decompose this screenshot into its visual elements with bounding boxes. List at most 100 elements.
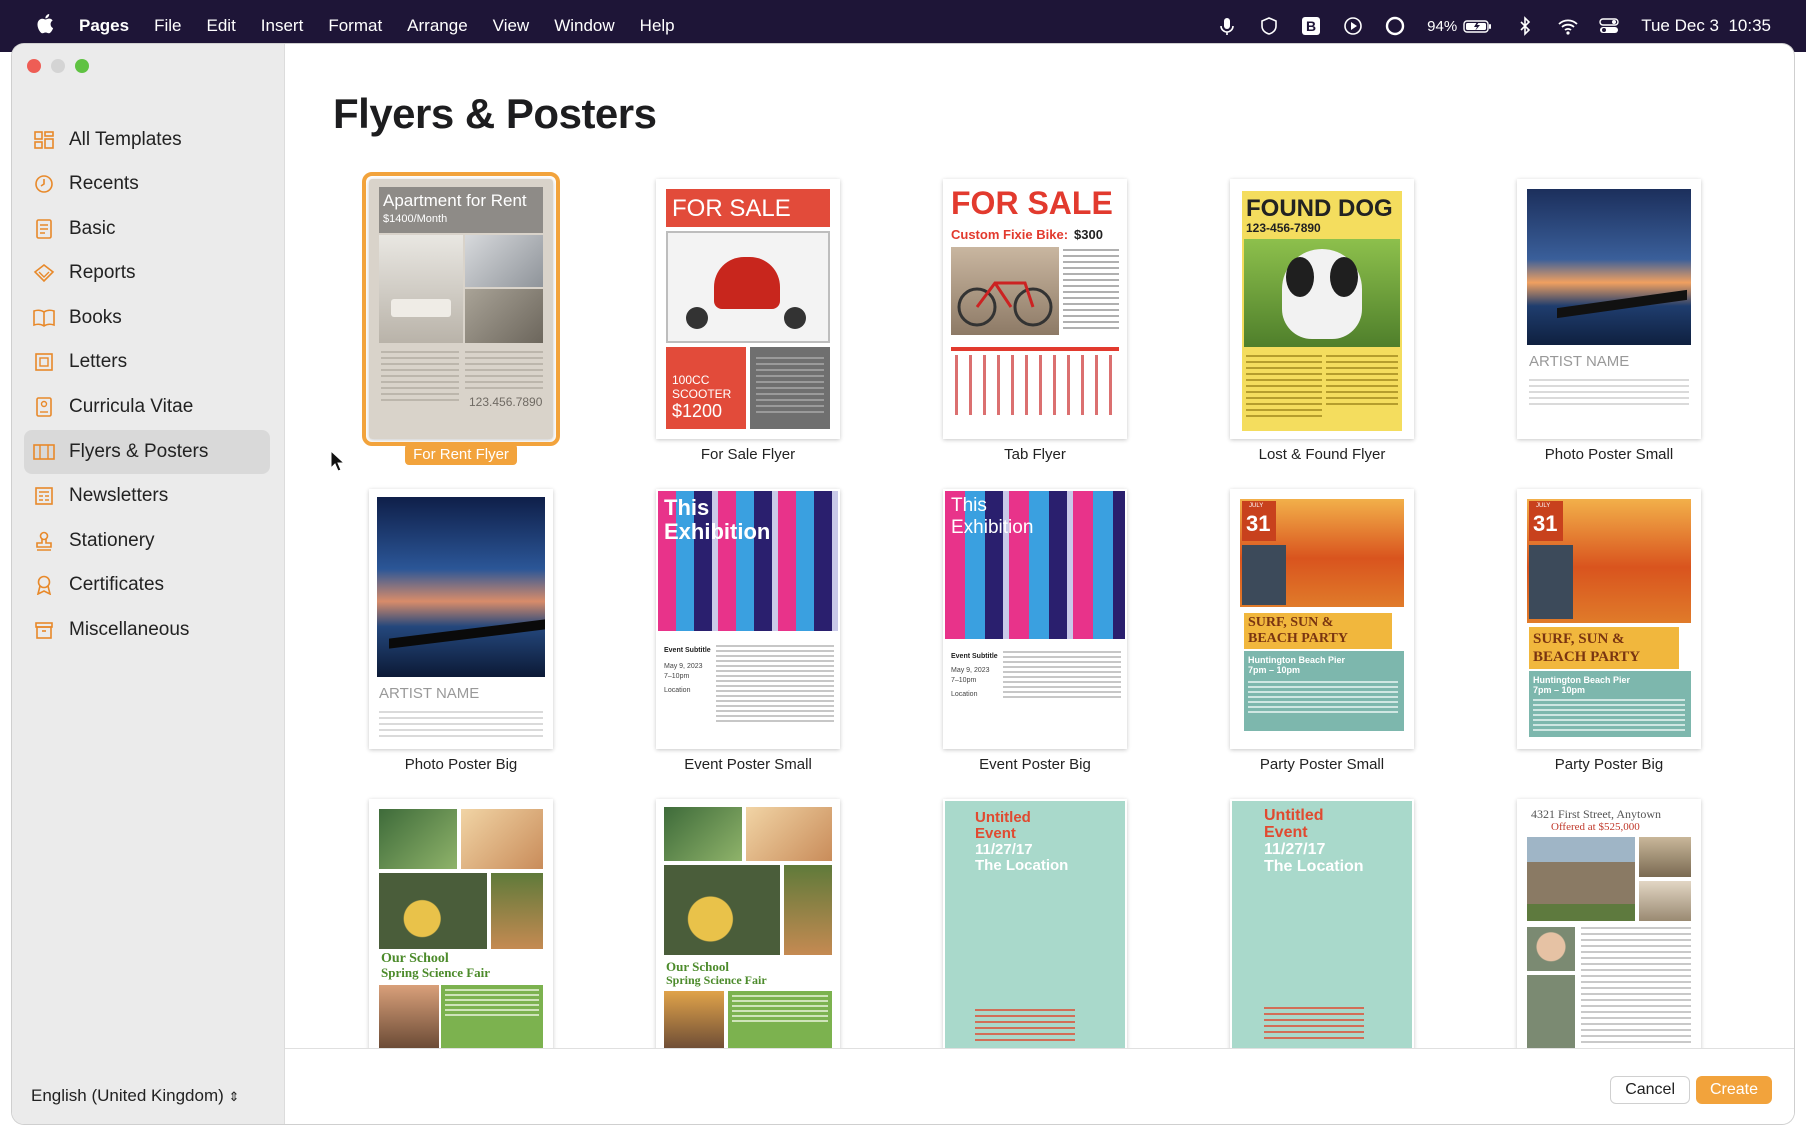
template-caption: Tab Flyer [1004,446,1066,463]
language-selector[interactable]: English (United Kingdom) ⇕ [31,1086,239,1106]
sidebar-item-label: Certificates [69,574,165,595]
menu-insert[interactable]: Insert [261,16,304,36]
sidebar-item-flyers-posters[interactable]: Flyers & Posters [24,430,270,474]
report-icon [33,262,55,284]
play-circle-icon[interactable] [1343,16,1363,36]
template-real-estate[interactable]: 4321 First Street, Anytown Offered at $5… [1517,799,1701,1059]
sidebar-item-miscellaneous[interactable]: Miscellaneous [24,608,270,652]
menu-format[interactable]: Format [328,16,382,36]
sidebar-item-curricula-vitae[interactable]: Curricula Vitae [24,385,270,429]
template-event-poster-big[interactable]: This Exhibition Event Subtitle May 9, 20… [943,489,1127,749]
shield-icon[interactable] [1259,16,1279,36]
template-science-fair-small[interactable]: Our School Spring Science Fair [369,799,553,1059]
template-month: JULY [1249,503,1264,509]
wifi-icon[interactable] [1557,16,1578,36]
sidebar-item-newsletters[interactable]: Newsletters [24,474,270,518]
template-headline: Untitled [975,809,1031,826]
sidebar-item-label: Newsletters [69,485,169,506]
template-photo-poster-small[interactable]: ARTIST NAME [1517,179,1701,439]
template-untitled-event-small[interactable]: Untitled Event 11/27/17 The Location [943,799,1127,1059]
menu-datetime[interactable]: Tue Dec 3 10:35 [1641,16,1771,36]
template-day: 31 [1533,511,1558,536]
box-icon [33,619,55,641]
grid-icon [33,129,55,151]
template-chooser-window: All Templates Recents Basic Reports Book… [12,44,1794,1124]
sidebar-item-label: Curricula Vitae [69,396,194,417]
sidebar-item-basic[interactable]: Basic [24,207,270,251]
minimize-window-button[interactable] [51,59,65,73]
template-artist-name: ARTIST NAME [1529,353,1630,370]
cancel-button[interactable]: Cancel [1610,1076,1690,1104]
microphone-icon[interactable] [1217,16,1237,36]
close-window-button[interactable] [27,59,41,73]
sidebar-item-letters[interactable]: Letters [24,340,270,384]
sidebar-item-label: Recents [69,173,139,194]
template-caption: Event Poster Big [979,756,1091,773]
template-party-poster-big[interactable]: JULY 31 SURF, SUN & BEACH PARTY Huntingt… [1517,489,1701,749]
menu-file[interactable]: File [154,16,181,36]
sidebar-item-all-templates[interactable]: All Templates [24,118,270,162]
sidebar-item-label: Reports [69,262,136,283]
template-photo-poster-big[interactable]: ARTIST NAME [369,489,553,749]
template-headline: Exhibition [951,517,1034,538]
template-caption: Party Poster Small [1259,756,1385,773]
template-headline: FOUND DOG [1246,195,1393,222]
template-caption: Party Poster Big [1554,756,1664,773]
template-location: Location [951,691,978,698]
template-subheadline: Custom Fixie Bike: [951,227,1069,242]
menu-view[interactable]: View [493,16,530,36]
letter-icon [33,351,55,373]
template-event-poster-small[interactable]: This Exhibition Event Subtitle May 9, 20… [656,489,840,749]
chevron-up-down-icon: ⇕ [228,1089,240,1104]
template-phone: 123.456.7890 [469,395,543,409]
template-month: JULY [1536,503,1551,509]
flyer-icon [33,441,55,463]
menu-arrange[interactable]: Arrange [407,16,467,36]
sidebar-item-recents[interactable]: Recents [24,162,270,206]
template-caption: Event Poster Small [684,756,812,773]
template-location: Location [664,687,691,694]
template-location: Huntington Beach Pier [1533,675,1631,685]
record-circle-icon[interactable] [1385,16,1405,36]
control-center-icon[interactable] [1599,16,1619,36]
template-headline: Event [1264,824,1308,841]
create-button[interactable]: Create [1695,1076,1772,1104]
template-time: 7–10pm [951,677,977,684]
template-for-sale-flyer[interactable]: FOR SALE 100CC SCOOTER $1200 [656,179,840,439]
template-headline: FOR SALE [951,185,1113,221]
template-location: The Location [975,857,1069,874]
sidebar: All Templates Recents Basic Reports Book… [12,44,285,1124]
template-subtitle: Event Subtitle [951,653,998,660]
template-untitled-event-big[interactable]: Untitled Event 11/27/17 The Location [1230,799,1414,1059]
template-for-rent-flyer[interactable]: Apartment for Rent $1400/Month 123.456.7… [362,172,560,446]
template-time: 7pm – 10pm [1533,685,1586,695]
template-party-poster-small[interactable]: JULY 31 SURF, SUN & BEACH PARTY Huntingt… [1230,489,1414,749]
template-headline: This [951,495,987,516]
template-caption: For Sale Flyer [700,446,796,463]
sidebar-item-certificates[interactable]: Certificates [24,563,270,607]
menu-window[interactable]: Window [554,16,614,36]
template-lost-found-flyer[interactable]: FOUND DOG 123-456-7890 [1230,179,1414,439]
bluetooth-icon[interactable] [1515,16,1535,36]
language-label: English (United Kingdom) [31,1086,224,1105]
menu-edit[interactable]: Edit [207,16,236,36]
sidebar-item-reports[interactable]: Reports [24,251,270,295]
zoom-window-button[interactable] [75,59,89,73]
page-title: Flyers & Posters [333,90,657,137]
sidebar-item-books[interactable]: Books [24,296,270,340]
bold-b-icon[interactable]: B [1301,16,1321,36]
battery-icon[interactable] [1463,16,1493,36]
template-time: 7pm – 10pm [1248,665,1301,675]
apple-menu-icon[interactable] [36,13,54,40]
menu-help[interactable]: Help [640,16,675,36]
sidebar-item-label: Letters [69,351,128,372]
template-subtitle: Event Subtitle [664,647,711,654]
template-tab-flyer[interactable]: FOR SALE Custom Fixie Bike: $300 [943,179,1127,439]
stamp-icon [33,530,55,552]
sidebar-item-stationery[interactable]: Stationery [24,519,270,563]
template-science-fair-big[interactable]: Our School Spring Science Fair [656,799,840,1059]
template-headline: FOR SALE [672,195,791,222]
template-location: The Location [1264,858,1364,875]
menu-app-name[interactable]: Pages [79,16,129,36]
template-day: 31 [1246,511,1271,536]
